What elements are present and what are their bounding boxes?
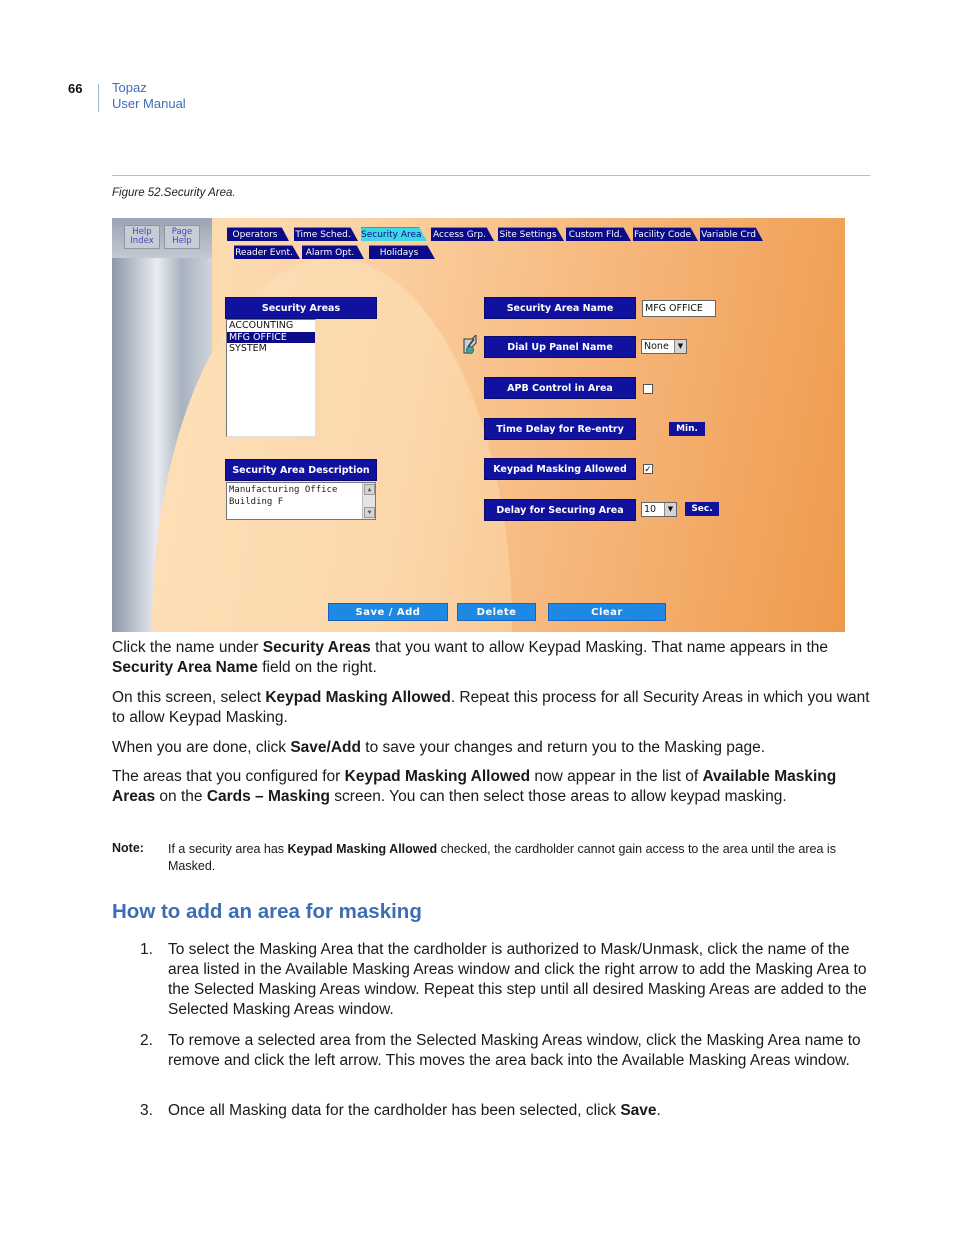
security-area-name-label: Security Area Name: [484, 297, 636, 319]
product-name: Topaz: [112, 80, 147, 95]
bold-term: Save: [620, 1102, 657, 1119]
keypad-masking-allowed-label: Keypad Masking Allowed: [484, 458, 636, 480]
tab-facility-code[interactable]: Facility Code: [633, 227, 698, 241]
tab-variable-crd[interactable]: Variable Crd: [700, 227, 763, 241]
chevron-down-icon[interactable]: ▼: [664, 503, 676, 516]
list-item[interactable]: ACCOUNTING: [227, 320, 315, 332]
bold-term: Cards – Masking: [206, 788, 330, 805]
tab-site-settings[interactable]: Site Settings: [498, 227, 564, 241]
delay-securing-select[interactable]: 10 ▼: [641, 502, 677, 517]
bold-term: Keypad Masking Allowed: [287, 842, 438, 856]
tab-custom-fld[interactable]: Custom Fld.: [566, 227, 631, 241]
save-add-button[interactable]: Save / Add: [328, 603, 448, 621]
bold-term: Keypad Masking Allowed: [265, 689, 451, 706]
scroll-down-icon[interactable]: ▼: [364, 507, 375, 518]
bold-term: Security Area Name: [112, 659, 258, 676]
tab-alarm-opt[interactable]: Alarm Opt.: [302, 245, 364, 259]
dial-up-panel-icon[interactable]: [462, 335, 478, 355]
clear-button[interactable]: Clear: [548, 603, 666, 621]
tab-access-grp[interactable]: Access Grp.: [431, 227, 494, 241]
tab-time-sched[interactable]: Time Sched.: [294, 227, 358, 241]
bold-term: Security Areas: [262, 639, 371, 656]
tab-reader-evnt[interactable]: Reader Evnt.: [234, 245, 300, 259]
page-help-button[interactable]: Page Help: [164, 225, 200, 249]
apb-control-label: APB Control in Area: [484, 377, 636, 399]
list-item[interactable]: SYSTEM: [227, 343, 315, 355]
paragraph-1: Click the name under Security Areas that…: [112, 639, 829, 676]
header-separator: [98, 84, 99, 112]
security-area-description-label: Security Area Description: [225, 459, 377, 481]
dial-up-panel-name-label: Dial Up Panel Name: [484, 336, 636, 358]
minutes-unit-label: Min.: [669, 422, 705, 436]
paragraph-3: When you are done, click Save/Add to sav…: [112, 739, 766, 756]
header-rule: [112, 175, 870, 176]
note-text: If a security area has Keypad Masking Al…: [168, 842, 836, 873]
dial-up-panel-select[interactable]: None ▼: [641, 339, 687, 354]
tab-holidays[interactable]: Holidays: [369, 245, 435, 259]
bold-term: Keypad Masking Allowed: [344, 768, 531, 785]
security-areas-label: Security Areas: [225, 297, 377, 319]
security-area-name-input[interactable]: MFG OFFICE: [642, 300, 716, 317]
note-label: Note:: [112, 841, 144, 855]
scroll-up-icon[interactable]: ▲: [364, 484, 375, 495]
time-delay-reentry-label: Time Delay for Re-entry: [484, 418, 636, 440]
list-item-selected[interactable]: MFG OFFICE: [227, 331, 315, 343]
apb-control-checkbox[interactable]: [643, 384, 653, 394]
tab-operators[interactable]: Operators: [227, 227, 289, 241]
tab-security-area[interactable]: Security Area: [361, 227, 427, 241]
delete-button[interactable]: Delete: [457, 603, 536, 621]
document-name: User Manual: [112, 96, 186, 111]
help-index-button[interactable]: Help Index: [124, 225, 160, 249]
delay-securing-area-label: Delay for Securing Area: [484, 499, 636, 521]
seconds-unit-label: Sec.: [685, 502, 719, 516]
section-heading: How to add an area for masking: [112, 900, 422, 923]
paragraph-2: On this screen, select Keypad Masking Al…: [112, 689, 870, 726]
security-area-screenshot: Help Index Page Help Operators Time Sche…: [112, 218, 845, 632]
bold-term: Save/Add: [290, 739, 361, 756]
security-areas-list[interactable]: ACCOUNTING MFG OFFICE SYSTEM: [226, 319, 316, 437]
page-number: 66: [68, 81, 83, 96]
security-area-description-field[interactable]: Manufacturing Office Building F ▲ ▼: [226, 482, 376, 520]
running-header: Topaz User Manual: [112, 80, 186, 112]
chevron-down-icon[interactable]: ▼: [674, 340, 686, 353]
figure-caption: Figure 52.Security Area.: [112, 187, 236, 199]
description-scrollbar[interactable]: ▲ ▼: [362, 483, 375, 519]
paragraph-4: The areas that you configured for Keypad…: [112, 768, 837, 805]
keypad-masking-checkbox[interactable]: ✓: [643, 464, 653, 474]
